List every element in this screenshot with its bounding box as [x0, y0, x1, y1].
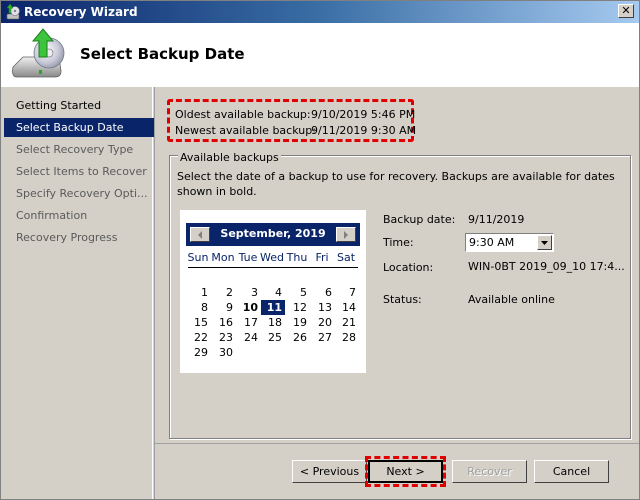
calendar-day[interactable]: 26 [286, 330, 310, 345]
weekday-header: Wed [260, 251, 284, 264]
calendar-day[interactable]: 24 [237, 330, 261, 345]
calendar-day[interactable]: 20 [311, 315, 335, 330]
sidebar-item-recovery-progress[interactable]: Recovery Progress [4, 228, 154, 247]
status-label: Status: [383, 293, 422, 306]
arrow-right-icon [344, 231, 348, 239]
calendar-day[interactable]: 9 [212, 300, 236, 315]
calendar-day[interactable]: 3 [237, 285, 261, 300]
calendar-day[interactable]: 27 [311, 330, 335, 345]
newest-backup-value: 9/11/2019 9:30 AM [311, 124, 417, 137]
newest-backup-label: Newest available backup: [175, 124, 316, 137]
calendar-day[interactable]: 16 [212, 315, 236, 330]
weekday-header: Mon [211, 251, 235, 264]
time-label: Time: [383, 236, 414, 249]
location-value: WIN-0BT 2019_09_10 17:4... [468, 260, 625, 273]
cancel-button[interactable]: Cancel [534, 460, 609, 483]
sidebar-item-select-items-to-recover[interactable]: Select Items to Recover [4, 162, 154, 181]
backup-drive-icon [12, 28, 65, 78]
backup-date-label: Backup date: [383, 213, 456, 226]
calendar-day[interactable]: 28 [335, 330, 359, 345]
calendar-day-selected[interactable]: 11 [261, 300, 285, 315]
calendar-day[interactable]: 2 [212, 285, 236, 300]
previous-button[interactable]: < Previous [292, 460, 367, 483]
backup-calendar: September, 2019 Sun Mon Tue Wed Thu Fri Sat 1 2 3… [180, 210, 366, 373]
available-backups-description: Select the date of a backup to use for r… [177, 170, 615, 198]
sidebar-item-getting-started[interactable]: Getting Started [4, 96, 154, 115]
calendar-day[interactable]: 12 [286, 300, 310, 315]
button-bar-divider [155, 443, 639, 444]
sidebar-item-select-backup-date[interactable]: Select Backup Date [4, 118, 154, 137]
calendar-day[interactable]: 15 [187, 315, 211, 330]
close-button[interactable]: ✕ [618, 4, 634, 18]
next-month-button[interactable] [336, 227, 356, 242]
next-button[interactable]: Next > [368, 460, 443, 483]
calendar-day[interactable]: 10 [237, 300, 261, 315]
calendar-day[interactable]: 18 [261, 315, 285, 330]
window-title: Recovery Wizard [24, 5, 138, 19]
title-bar: Recovery Wizard ✕ [1, 1, 639, 23]
sidebar-item-specify-recovery-opti[interactable]: Specify Recovery Opti... [4, 184, 154, 203]
calendar-day[interactable]: 17 [237, 315, 261, 330]
calendar-day[interactable]: 29 [187, 345, 211, 360]
chevron-down-icon [541, 241, 548, 245]
weekday-header: Sun [187, 251, 209, 264]
calendar-day[interactable]: 7 [335, 285, 359, 300]
sidebar-divider [154, 87, 155, 499]
sidebar-item-select-recovery-type[interactable]: Select Recovery Type [4, 140, 154, 159]
calendar-day[interactable]: 1 [187, 285, 211, 300]
backup-app-icon [6, 4, 20, 20]
recover-button: Recover [452, 460, 527, 483]
weekday-header: Tue [238, 251, 258, 264]
calendar-day[interactable]: 6 [311, 285, 335, 300]
sidebar-item-confirmation[interactable]: Confirmation [4, 206, 154, 225]
page-title: Select Backup Date [80, 45, 245, 63]
weekday-header: Fri [315, 251, 329, 264]
calendar-day[interactable]: 22 [187, 330, 211, 345]
calendar-day[interactable]: 19 [286, 315, 310, 330]
recovery-wizard-window: Recovery Wizard ✕ Select Backup Date Get… [0, 0, 640, 500]
calendar-header-divider [188, 267, 358, 268]
time-dropdown[interactable]: 9:30 AM [465, 233, 554, 252]
oldest-backup-label: Oldest available backup: [175, 108, 311, 121]
calendar-day[interactable]: 21 [335, 315, 359, 330]
weekday-header: Thu [286, 251, 308, 264]
backup-range-highlight: Oldest available backup: 9/10/2019 5:46 … [167, 99, 417, 142]
calendar-day[interactable]: 4 [261, 285, 285, 300]
time-dropdown-value: 9:30 AM [469, 236, 515, 249]
oldest-backup-value: 9/10/2019 5:46 PM [311, 108, 416, 121]
wizard-header: Select Backup Date [1, 23, 639, 87]
calendar-day[interactable]: 25 [261, 330, 285, 345]
close-icon: ✕ [621, 4, 631, 17]
status-value: Available online [468, 293, 555, 306]
available-backups-legend: Available backups [178, 151, 281, 164]
calendar-day[interactable]: 5 [286, 285, 310, 300]
backup-date-value: 9/11/2019 [468, 213, 525, 226]
calendar-day[interactable]: 8 [187, 300, 211, 315]
calendar-day[interactable]: 13 [311, 300, 335, 315]
dropdown-button[interactable] [537, 235, 552, 250]
calendar-month-title: September, 2019 [220, 227, 326, 240]
location-label: Location: [383, 261, 434, 274]
weekday-header: Sat [336, 251, 356, 264]
calendar-day[interactable]: 14 [335, 300, 359, 315]
calendar-day[interactable]: 23 [212, 330, 236, 345]
calendar-header: September, 2019 [186, 223, 360, 246]
calendar-day[interactable]: 30 [212, 345, 236, 360]
